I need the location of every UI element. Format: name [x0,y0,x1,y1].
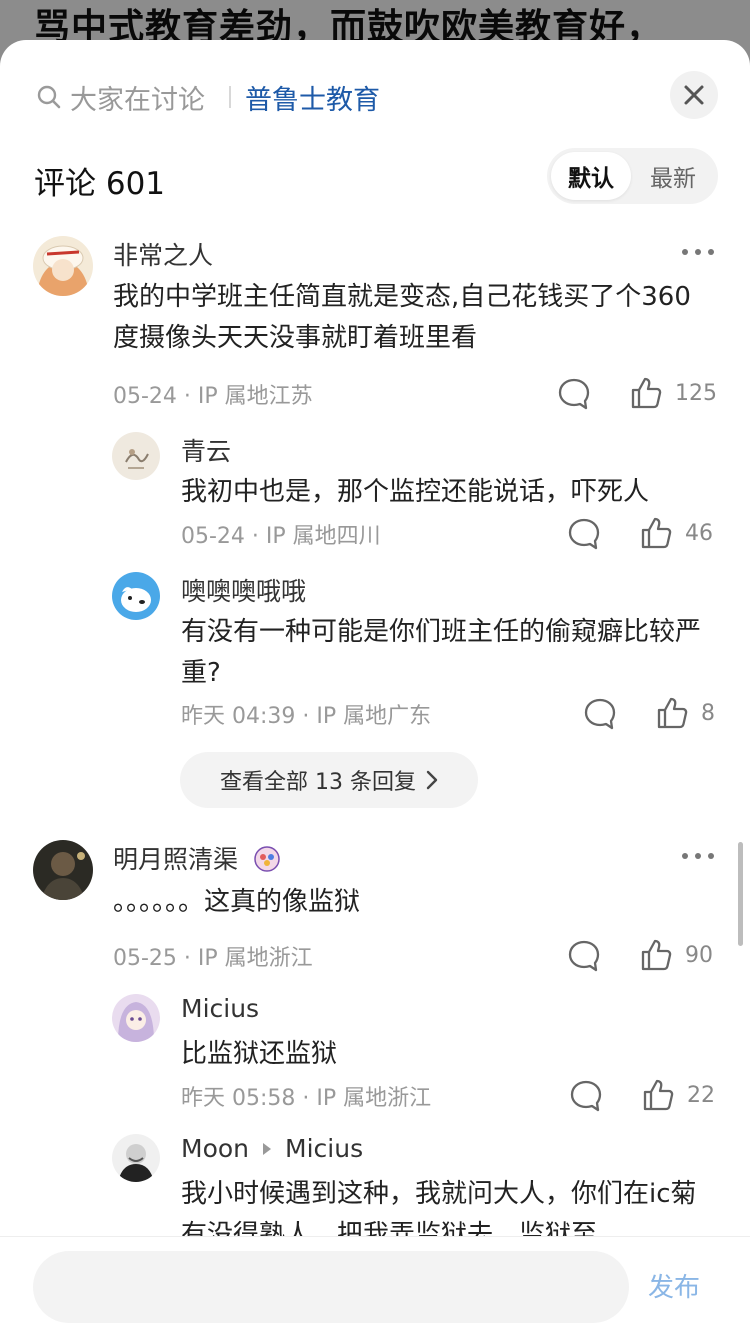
reply-text[interactable]: 我初中也是，那个监控还能说话，吓死人 [181,472,711,513]
reply-author[interactable]: 青云 [181,432,231,468]
avatar[interactable] [112,994,160,1042]
more-options-icon[interactable] [680,851,716,861]
reply-text[interactable]: 我小时候遇到这种，我就问大人，你们在ic菊有没得熟人，把我弄监狱去，监狱至 [181,1174,711,1238]
comment-author[interactable]: 非常之人 [113,236,213,272]
reply-meta: 昨天 05:58 · IP 属地浙江 [181,1086,432,1111]
reply-to-user[interactable]: Micius [285,1134,363,1163]
comments-count-title: 评论 601 [34,166,166,202]
reply-author[interactable]: 噢噢噢哦哦 [181,572,306,608]
reply-author[interactable]: Micius [181,994,259,1023]
reply-icon[interactable] [567,517,601,551]
comments-sheet: 大家在讨论 普鲁士教育 评论 601 默认 最新 非常之人 我的中学班主任简直就… [0,40,750,1334]
divider [229,86,231,108]
reply-icon[interactable] [583,697,617,731]
view-all-replies-button[interactable]: 查看全部 13 条回复 [180,752,478,808]
topic-link[interactable]: 普鲁士教育 [245,78,380,117]
anime-character-avatar-image [112,994,160,1042]
like-thumb-icon[interactable] [639,938,673,972]
reply-icon[interactable] [569,1079,603,1113]
reply-text[interactable]: 比监狱还监狱 [181,1034,711,1075]
like-count: 125 [675,381,717,406]
avatar[interactable] [112,572,160,620]
reply-meta: 昨天 04:39 · IP 属地广东 [181,704,432,729]
comment-author[interactable]: 明月照清渠 [113,840,280,876]
like-thumb-icon[interactable] [641,1078,675,1112]
like-count: 8 [701,701,715,726]
cartoon-dog-avatar-image [112,572,160,620]
like-thumb-icon[interactable] [629,376,663,410]
reply-icon[interactable] [557,377,591,411]
like-thumb-icon[interactable] [639,516,673,550]
bw-portrait-avatar-image [112,1134,160,1182]
close-icon [684,85,704,105]
publish-button[interactable]: 发布 [648,1267,700,1304]
photo-portrait-avatar-image [33,840,93,900]
sort-default-tab[interactable]: 默认 [551,152,631,200]
comment-author-name: 明月照清渠 [113,845,239,874]
user-badge-icon [254,846,280,872]
chevron-right-icon [426,770,438,790]
discussion-label: 大家在讨论 [70,85,205,116]
like-count: 22 [687,1083,715,1108]
reply-icon[interactable] [567,939,601,973]
search-icon [37,85,61,109]
close-button[interactable] [670,71,718,119]
view-all-replies-label: 查看全部 13 条回复 [220,770,416,795]
avatar[interactable] [112,1134,160,1182]
comment-meta: 05-25 · IP 属地浙江 [113,946,313,971]
like-count: 90 [685,943,713,968]
reply-text[interactable]: 有没有一种可能是你们班主任的偷窥癖比较严重? [181,612,711,694]
comment-text[interactable]: 我的中学班主任简直就是变态,自己花钱买了个360度摄像头天天没事就盯着班里看 [113,277,713,359]
sort-toggle: 默认 最新 [547,148,718,204]
reply-to-arrow-icon [263,1143,272,1155]
comment-input[interactable] [33,1251,629,1323]
reply-author-line: Moon Micius [181,1134,363,1163]
ink-art-avatar-image [112,432,160,480]
avatar[interactable] [33,236,93,296]
comment-meta: 05-24 · IP 属地江苏 [113,384,313,409]
avatar[interactable] [112,432,160,480]
reply-meta: 05-24 · IP 属地四川 [181,524,381,549]
like-count: 46 [685,521,713,546]
like-thumb-icon[interactable] [655,696,689,730]
scrollbar[interactable] [738,842,743,946]
comment-text[interactable]: 。。。。。。这真的像监狱 [113,882,713,923]
comment-input-bar: 发布 [0,1236,750,1334]
anime-girl-avatar-image [33,236,93,296]
avatar[interactable] [33,840,93,900]
more-options-icon[interactable] [680,247,716,257]
discussion-search-row[interactable]: 大家在讨论 普鲁士教育 [0,40,750,152]
sort-latest-tab[interactable]: 最新 [633,152,713,200]
reply-author[interactable]: Moon [181,1134,249,1163]
